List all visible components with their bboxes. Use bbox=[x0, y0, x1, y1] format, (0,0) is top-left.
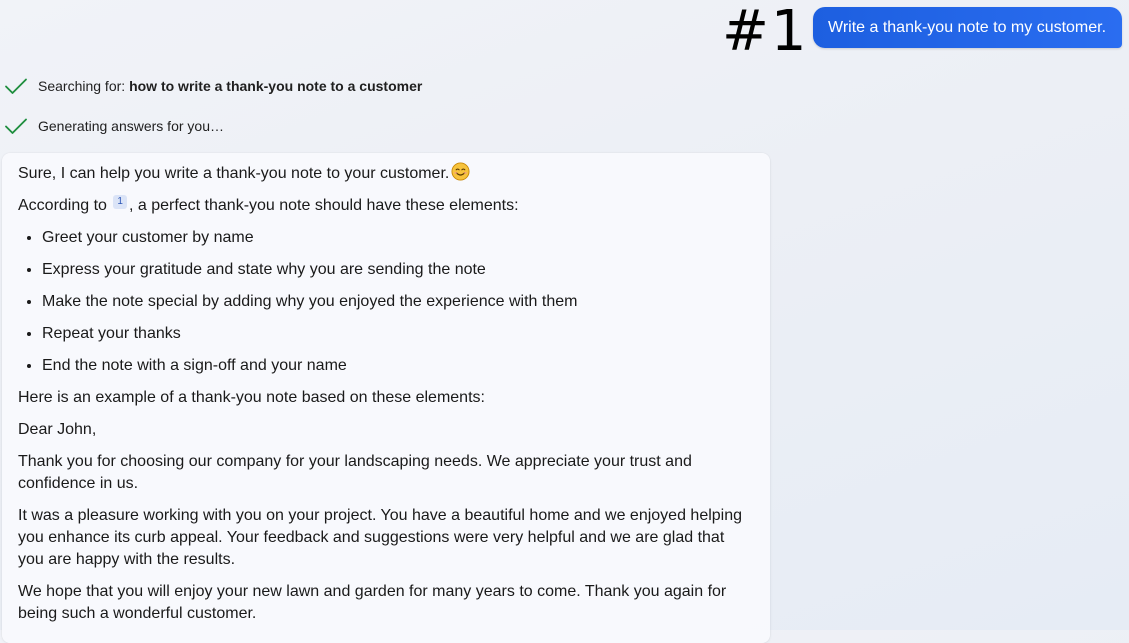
list-item: Greet your customer by name bbox=[42, 227, 754, 249]
search-query[interactable]: how to write a thank-you note to a custo… bbox=[129, 78, 422, 94]
according-line: According to 1, a perfect thank-you note… bbox=[18, 195, 754, 217]
checkmark-icon bbox=[4, 74, 28, 98]
note-greeting: Dear John, bbox=[18, 421, 97, 438]
list-item: Express your gratitude and state why you… bbox=[42, 259, 754, 281]
note-paragraph: We hope that you will enjoy your new law… bbox=[18, 583, 727, 622]
according-prefix: According to bbox=[18, 197, 112, 214]
citation-badge[interactable]: 1 bbox=[113, 195, 127, 209]
generating-text: Generating answers for you… bbox=[38, 118, 224, 134]
answer-intro: Sure, I can help you write a thank-you n… bbox=[18, 162, 754, 185]
user-message-bubble: Write a thank-you note to my customer. bbox=[813, 7, 1122, 48]
status-generating: Generating answers for you… bbox=[4, 114, 224, 138]
list-item: Repeat your thanks bbox=[42, 323, 754, 345]
list-item: Make the note special by adding why you … bbox=[42, 291, 754, 313]
example-intro: Here is an example of a thank-you note b… bbox=[18, 389, 485, 406]
searching-prefix: Searching for: bbox=[38, 78, 130, 94]
overlay-number-label: #1 bbox=[722, 0, 809, 64]
elements-list: Greet your customer by name Express your… bbox=[18, 227, 754, 377]
list-item: End the note with a sign-off and your na… bbox=[42, 355, 754, 377]
note-paragraph: It was a pleasure working with you on yo… bbox=[18, 507, 743, 568]
smiling-face-icon bbox=[451, 162, 470, 181]
checkmark-icon bbox=[4, 114, 28, 138]
according-suffix: , a perfect thank-you note should have t… bbox=[128, 197, 519, 214]
status-searching: Searching for: how to write a thank-you … bbox=[4, 74, 422, 98]
assistant-answer-card: Sure, I can help you write a thank-you n… bbox=[2, 153, 770, 643]
note-paragraph: Thank you for choosing our company for y… bbox=[18, 453, 692, 492]
answer-intro-text: Sure, I can help you write a thank-you n… bbox=[18, 165, 450, 182]
